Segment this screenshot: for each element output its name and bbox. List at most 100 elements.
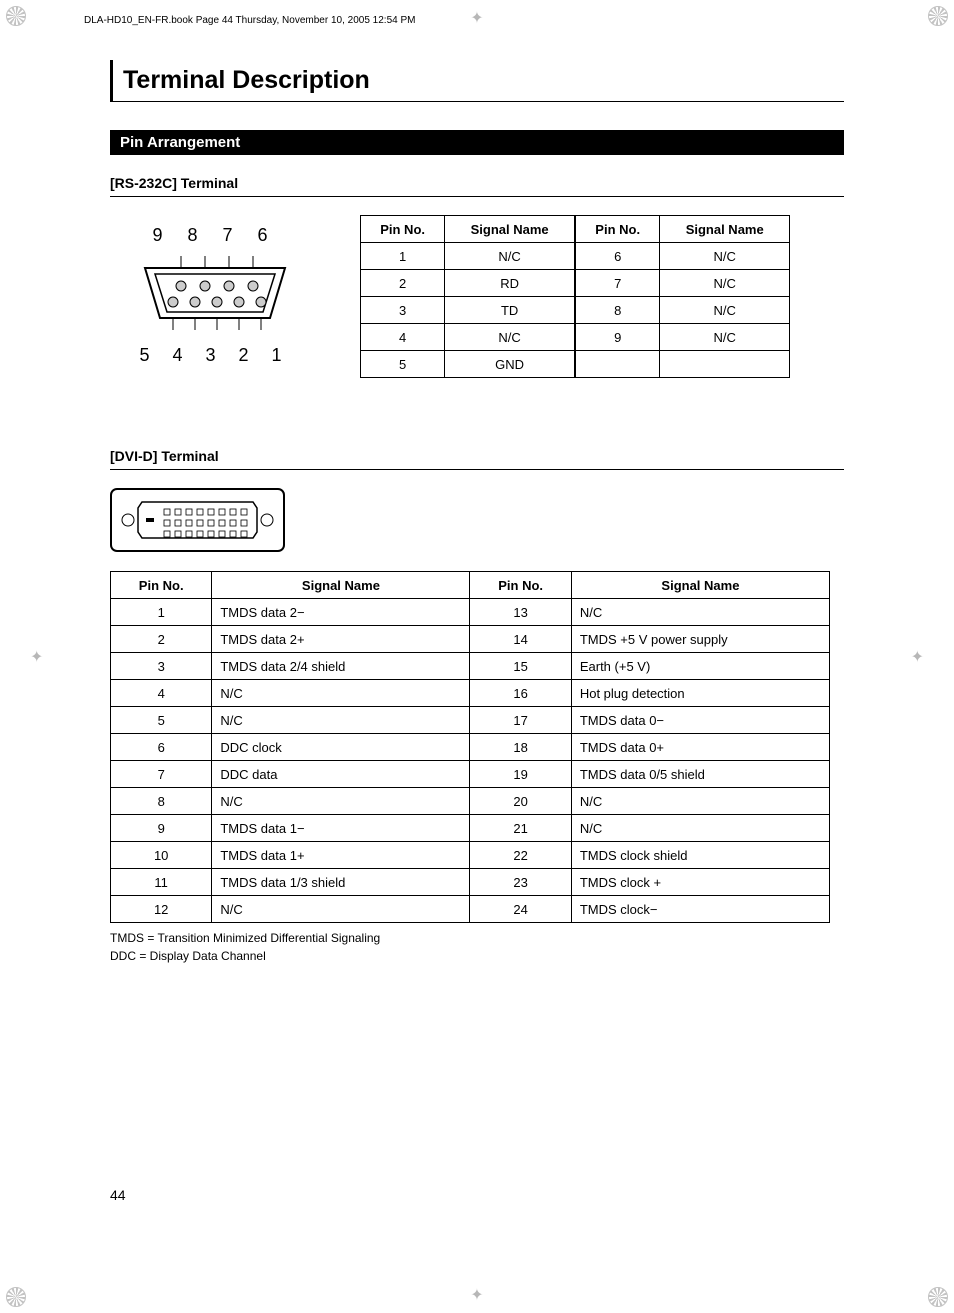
db9-connector-icon — [135, 248, 295, 338]
table-cell: 15 — [470, 653, 571, 680]
table-cell: DDC clock — [212, 734, 470, 761]
table-cell: 14 — [470, 626, 571, 653]
table-cell: N/C — [660, 243, 790, 270]
table-cell: 22 — [470, 842, 571, 869]
section-heading: Pin Arrangement — [110, 130, 844, 155]
table-row: 11TMDS data 1/3 shield23TMDS clock + — [111, 869, 830, 896]
table-row: 1N/C6N/C — [361, 243, 790, 270]
crop-mark-icon: ✦ — [470, 8, 483, 28]
table-cell: 7 — [111, 761, 212, 788]
table-cell: 19 — [470, 761, 571, 788]
table-row: 8N/C20N/C — [111, 788, 830, 815]
table-header: Signal Name — [660, 216, 790, 243]
table-row: 2TMDS data 2+14TMDS +5 V power supply — [111, 626, 830, 653]
table-header: Signal Name — [445, 216, 575, 243]
table-cell: 5 — [111, 707, 212, 734]
table-cell: 5 — [361, 351, 445, 378]
rs232-heading-row: [RS-232C] Terminal — [110, 175, 844, 197]
crop-mark-icon: ✦ — [911, 647, 924, 667]
registration-mark-icon — [928, 1287, 948, 1307]
table-header: Signal Name — [212, 572, 470, 599]
footnote-tmds: TMDS = Transition Minimized Differential… — [110, 929, 844, 947]
dvi-connector-icon — [110, 488, 285, 552]
table-row: 10TMDS data 1+22TMDS clock shield — [111, 842, 830, 869]
table-cell: 2 — [111, 626, 212, 653]
table-cell: 13 — [470, 599, 571, 626]
table-cell: 6 — [111, 734, 212, 761]
rs232-top-pins: 9 8 7 6 — [110, 225, 320, 246]
rs232-connector-diagram: 9 8 7 6 5 4 3 2 1 — [110, 215, 320, 366]
table-cell: 1 — [361, 243, 445, 270]
table-header: Pin No. — [470, 572, 571, 599]
table-cell: 2 — [361, 270, 445, 297]
dvid-pin-table: Pin No.Signal NamePin No.Signal Name 1TM… — [110, 571, 830, 923]
table-cell: 4 — [111, 680, 212, 707]
table-cell: 7 — [575, 270, 660, 297]
dvid-heading-row: [DVI-D] Terminal — [110, 448, 844, 470]
table-cell — [660, 351, 790, 378]
table-cell: TMDS clock− — [571, 896, 829, 923]
table-cell: 21 — [470, 815, 571, 842]
table-row: 6DDC clock18TMDS data 0+ — [111, 734, 830, 761]
table-row: 7DDC data19TMDS data 0/5 shield — [111, 761, 830, 788]
table-cell: 6 — [575, 243, 660, 270]
page-number: 44 — [110, 1187, 126, 1203]
registration-mark-icon — [6, 6, 26, 26]
table-header: Pin No. — [575, 216, 660, 243]
table-cell: 1 — [111, 599, 212, 626]
table-cell: N/C — [445, 243, 575, 270]
table-cell: 9 — [575, 324, 660, 351]
table-cell: TMDS clock + — [571, 869, 829, 896]
footnote-ddc: DDC = Display Data Channel — [110, 947, 844, 965]
table-cell: RD — [445, 270, 575, 297]
table-cell: N/C — [445, 324, 575, 351]
table-cell: N/C — [571, 788, 829, 815]
table-cell: 24 — [470, 896, 571, 923]
table-cell: 9 — [111, 815, 212, 842]
table-cell: TMDS data 2− — [212, 599, 470, 626]
table-cell: GND — [445, 351, 575, 378]
table-cell: 11 — [111, 869, 212, 896]
table-cell: 12 — [111, 896, 212, 923]
table-header: Pin No. — [361, 216, 445, 243]
table-cell: 8 — [575, 297, 660, 324]
rs232-pin-table: Pin No.Signal NamePin No.Signal Name 1N/… — [360, 215, 790, 378]
table-cell: 3 — [111, 653, 212, 680]
table-header: Pin No. — [111, 572, 212, 599]
table-cell: N/C — [660, 270, 790, 297]
table-cell: 3 — [361, 297, 445, 324]
rs232-bottom-pins: 5 4 3 2 1 — [110, 345, 320, 366]
table-cell: TMDS data 1− — [212, 815, 470, 842]
table-cell: TMDS data 2+ — [212, 626, 470, 653]
table-cell: TMDS data 0− — [571, 707, 829, 734]
table-cell: TMDS data 1+ — [212, 842, 470, 869]
table-cell: 23 — [470, 869, 571, 896]
table-cell: TMDS +5 V power supply — [571, 626, 829, 653]
table-row: 4N/C9N/C — [361, 324, 790, 351]
table-cell: TMDS data 0/5 shield — [571, 761, 829, 788]
table-header: Signal Name — [571, 572, 829, 599]
registration-mark-icon — [928, 6, 948, 26]
table-cell — [575, 351, 660, 378]
table-cell: N/C — [212, 707, 470, 734]
table-cell: N/C — [571, 599, 829, 626]
document-path: DLA-HD10_EN-FR.book Page 44 Thursday, No… — [84, 15, 415, 26]
table-cell: DDC data — [212, 761, 470, 788]
table-cell: N/C — [212, 680, 470, 707]
table-row: 9TMDS data 1−21N/C — [111, 815, 830, 842]
table-cell: TMDS data 0+ — [571, 734, 829, 761]
table-cell: Earth (+5 V) — [571, 653, 829, 680]
table-row: 3TMDS data 2/4 shield15Earth (+5 V) — [111, 653, 830, 680]
table-row: 2RD7N/C — [361, 270, 790, 297]
table-row: 5N/C17TMDS data 0− — [111, 707, 830, 734]
table-cell: 16 — [470, 680, 571, 707]
table-cell: 4 — [361, 324, 445, 351]
table-row: 1TMDS data 2−13N/C — [111, 599, 830, 626]
table-row: 12N/C24TMDS clock− — [111, 896, 830, 923]
page-title-bar: Terminal Description — [110, 60, 844, 102]
registration-mark-icon — [6, 1287, 26, 1307]
dvid-connector-diagram — [110, 488, 844, 557]
table-cell: 20 — [470, 788, 571, 815]
crop-mark-icon: ✦ — [30, 647, 43, 667]
table-row: 3TD8N/C — [361, 297, 790, 324]
